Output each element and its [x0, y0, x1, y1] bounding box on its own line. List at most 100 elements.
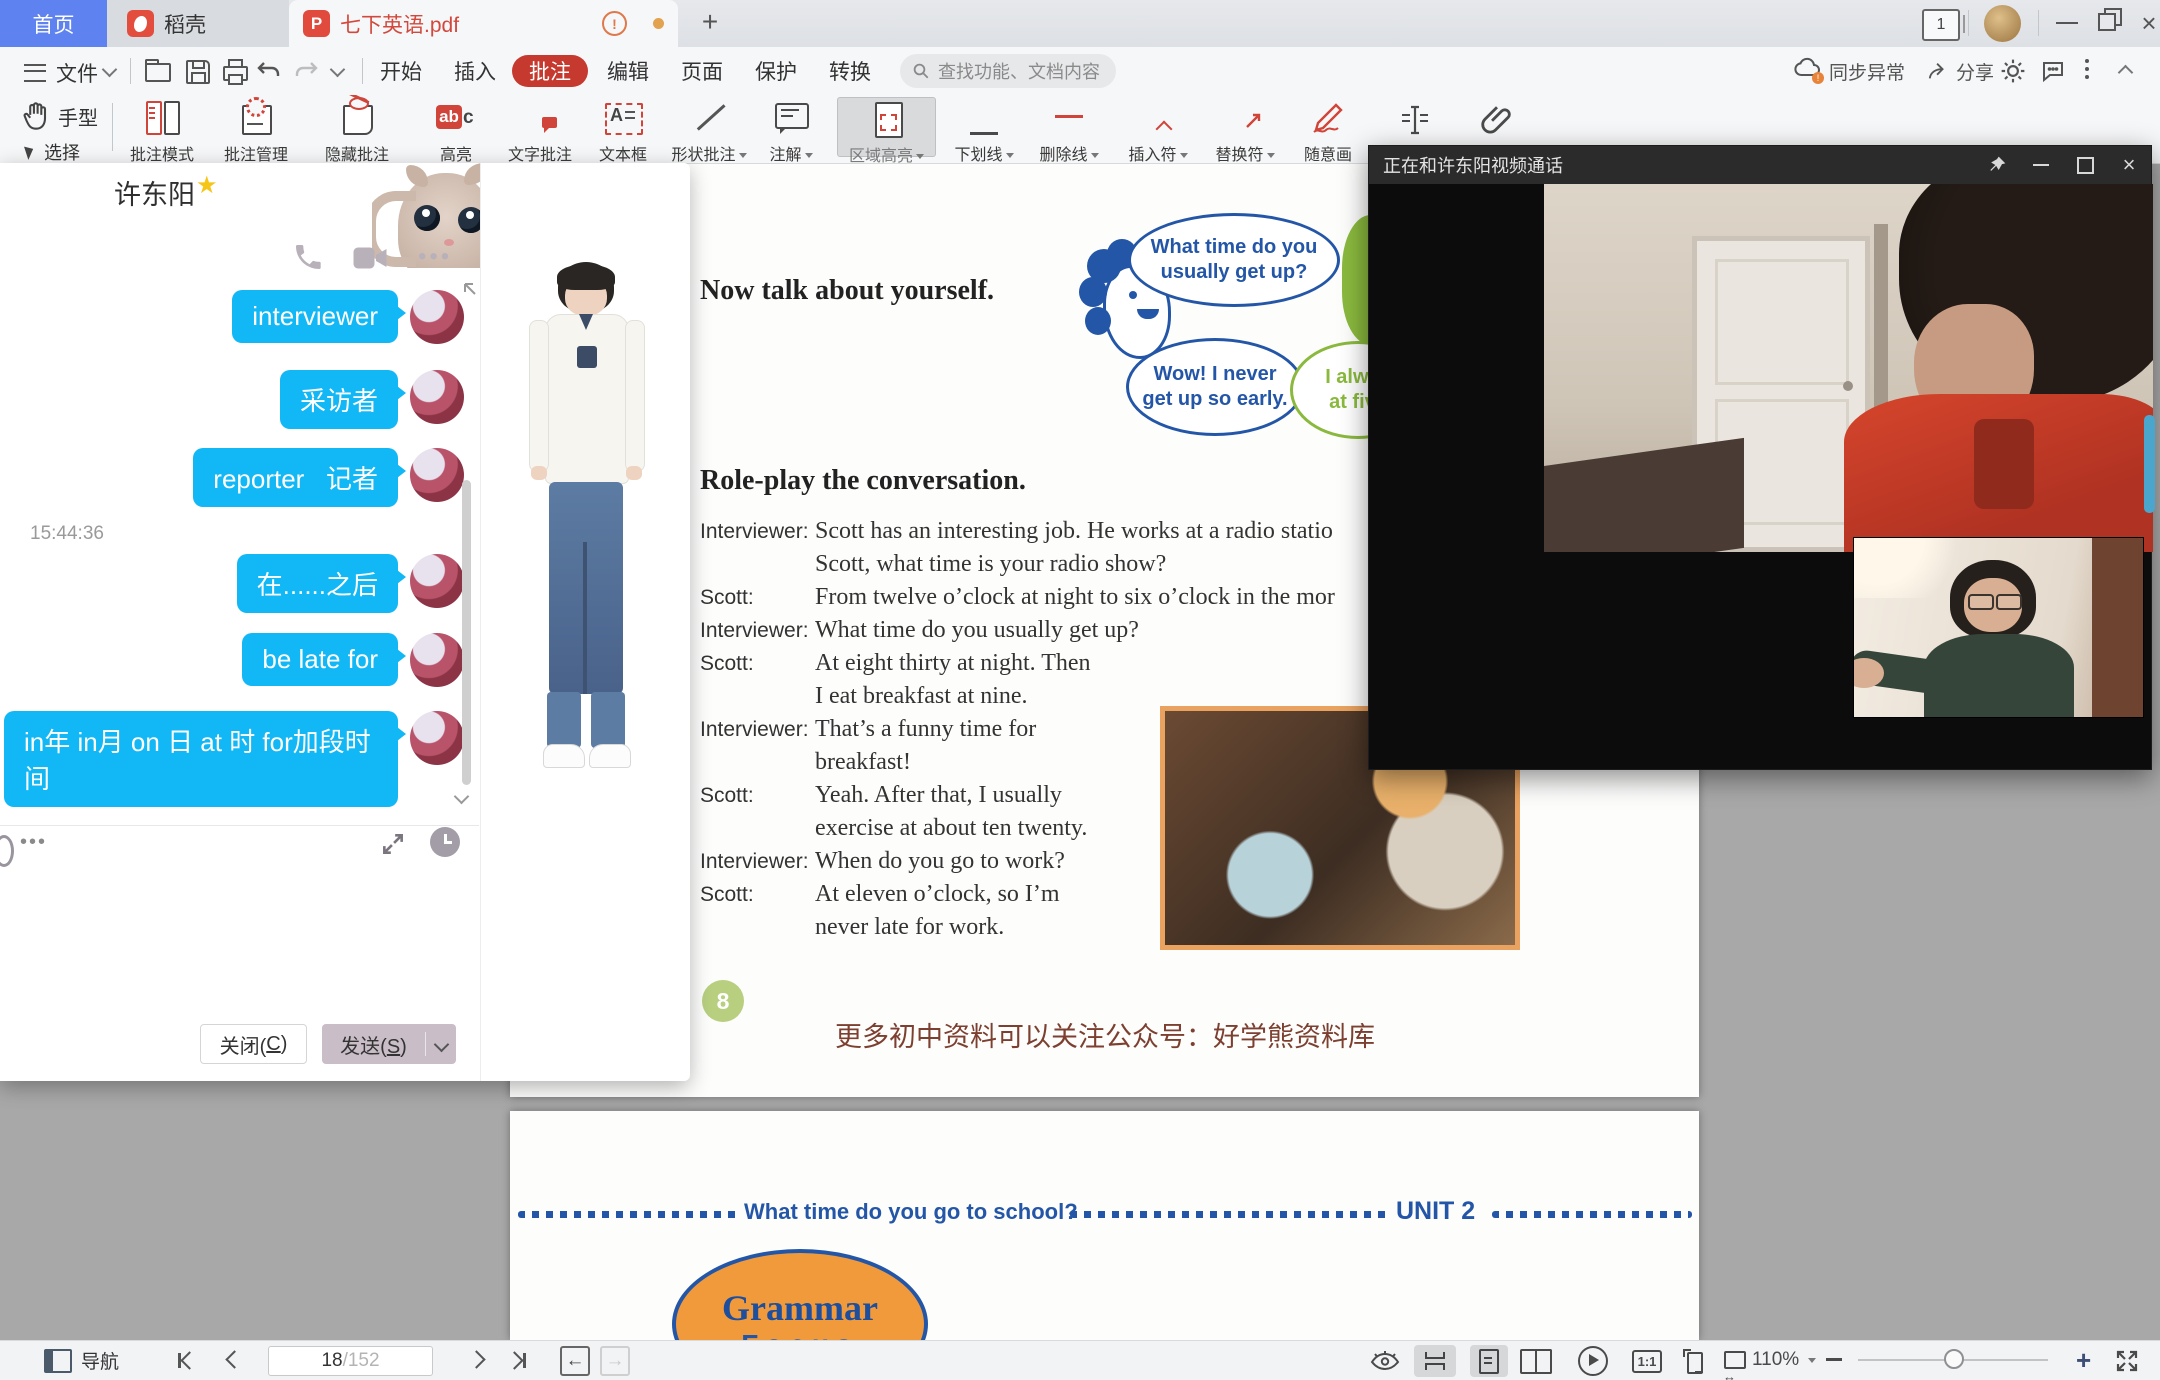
ribbon-tool-area-highlight-selected[interactable]: 区域高亮: [837, 97, 936, 157]
toolbar-more-chevron-icon[interactable]: [330, 62, 346, 78]
select-tool[interactable]: 选择: [26, 139, 80, 165]
ribbon-tool-text-annotation[interactable]: 文字批注: [500, 99, 580, 165]
slideshow-play-button[interactable]: [1572, 1345, 1614, 1377]
new-tab-button[interactable]: [695, 8, 725, 38]
ribbon-tool-text-box[interactable]: A 文本框: [588, 99, 658, 165]
ribbon-tool-strikethrough[interactable]: 删除线: [1029, 99, 1109, 165]
share-button[interactable]: 分享: [1926, 47, 1994, 95]
first-page-button[interactable]: [178, 1353, 196, 1368]
menu-item-annotate-active[interactable]: 批注: [512, 55, 588, 87]
attachment-paperclip-icon[interactable]: [1480, 103, 1514, 142]
ribbon-tool-text-highlight[interactable]: ab c 高亮: [421, 99, 491, 165]
file-menu-chevron-icon[interactable]: [102, 62, 118, 78]
chat-message[interactable]: reporter 记者: [4, 448, 464, 507]
menu-item-convert[interactable]: 转换: [817, 55, 883, 87]
zoom-level-dropdown[interactable]: 110%: [1752, 1349, 1816, 1371]
chat-message[interactable]: 在......之后: [4, 554, 464, 613]
zoom-slider-thumb[interactable]: [1944, 1349, 1964, 1369]
tab-home[interactable]: 首页: [0, 0, 107, 47]
eye-protection-button[interactable]: [1364, 1345, 1406, 1377]
anime-avatar-figure[interactable]: [521, 262, 651, 778]
menu-item-insert[interactable]: 插入: [442, 55, 508, 87]
avatar[interactable]: [410, 633, 464, 687]
video-close-button[interactable]: ×: [2107, 152, 2151, 178]
send-options-dropdown[interactable]: [426, 1039, 456, 1050]
history-back-button[interactable]: ←: [560, 1346, 590, 1376]
zoom-in-button[interactable]: +: [2076, 1347, 2091, 1373]
video-maximize-button[interactable]: [2063, 157, 2107, 174]
dropdown-arrow-icon[interactable]: [1180, 153, 1188, 158]
save-icon[interactable]: [183, 57, 211, 85]
next-page-button[interactable]: [470, 1353, 483, 1371]
video-minimize-button[interactable]: [2019, 164, 2063, 166]
dropdown-arrow-icon[interactable]: [739, 153, 747, 158]
menu-item-edit[interactable]: 编辑: [595, 55, 661, 87]
avatar[interactable]: [410, 448, 464, 502]
ribbon-tool-underline[interactable]: 下划线: [944, 99, 1024, 165]
message-history-button[interactable]: [430, 827, 460, 857]
dropdown-arrow-icon[interactable]: [916, 154, 924, 159]
account-avatar[interactable]: [1984, 5, 2021, 42]
window-minimize-button[interactable]: [2056, 22, 2078, 24]
print-icon[interactable]: [220, 57, 248, 85]
window-restore-button[interactable]: [2098, 13, 2116, 31]
comments-button[interactable]: [2040, 47, 2066, 95]
tab-docer[interactable]: 稻壳: [107, 0, 289, 47]
dropdown-arrow-icon[interactable]: [1091, 153, 1099, 158]
dropdown-arrow-icon[interactable]: [1006, 153, 1014, 158]
document-vertical-scrollbar[interactable]: [2144, 415, 2155, 513]
previous-page-button[interactable]: [228, 1353, 241, 1371]
file-menu[interactable]: 文件: [56, 58, 98, 88]
video-call-button[interactable]: [352, 243, 388, 278]
ribbon-tool-replace-mark[interactable]: 替换符: [1205, 99, 1285, 165]
chat-message[interactable]: in年 in月 on 日 at 时 for加段时间: [4, 711, 464, 807]
chat-scrollbar[interactable]: [462, 480, 471, 785]
navigation-panel-toggle[interactable]: 导航: [44, 1347, 119, 1374]
window-list-button[interactable]: 1: [1922, 9, 1960, 41]
chat-message[interactable]: be late for: [4, 633, 464, 687]
fullscreen-button[interactable]: [2106, 1345, 2148, 1377]
video-call-titlebar[interactable]: 正在和许东阳视频通话 ×: [1369, 146, 2151, 184]
video-pin-button[interactable]: [1975, 155, 2019, 175]
continuous-scroll-mode-button[interactable]: [1414, 1345, 1456, 1377]
chat-message[interactable]: interviewer: [4, 290, 464, 344]
ribbon-tool-free-draw[interactable]: 随意画: [1288, 99, 1368, 165]
chat-more-button[interactable]: •••: [418, 243, 452, 271]
last-page-button[interactable]: [508, 1353, 526, 1368]
fit-page-button[interactable]: [1672, 1345, 1714, 1377]
window-close-button[interactable]: [2136, 8, 2160, 38]
chat-close-conversation-button[interactable]: 关闭(C): [200, 1024, 307, 1064]
ribbon-tool-caret-insert[interactable]: 插入符: [1118, 99, 1198, 165]
two-page-view-button[interactable]: [1516, 1345, 1556, 1377]
voice-call-button[interactable]: [292, 241, 324, 278]
actual-size-button[interactable]: 1:1: [1626, 1345, 1668, 1377]
main-menu-icon[interactable]: [24, 64, 46, 82]
sync-status-button[interactable]: ! 同步异常: [1794, 47, 1905, 95]
dropdown-arrow-icon[interactable]: [805, 153, 813, 158]
tab-document[interactable]: P 七下英语.pdf !: [289, 0, 678, 47]
chat-message[interactable]: 采访者: [4, 370, 464, 429]
message-input[interactable]: [20, 873, 460, 1003]
search-input[interactable]: 查找功能、文档内容: [900, 54, 1116, 88]
avatar[interactable]: [410, 711, 464, 765]
collapse-ribbon-icon[interactable]: [2118, 65, 2134, 81]
ribbon-tool-shape-annotation[interactable]: 形状批注: [664, 99, 754, 165]
menu-item-protect[interactable]: 保护: [743, 55, 809, 87]
ribbon-tool-hide-annotations[interactable]: 隐藏批注: [317, 99, 397, 165]
more-options-button[interactable]: [2082, 59, 2092, 83]
ribbon-tool-note[interactable]: 注解: [756, 99, 826, 165]
document-warning-icon[interactable]: !: [602, 11, 627, 36]
redo-icon[interactable]: [293, 59, 321, 87]
avatar[interactable]: [410, 554, 464, 608]
ribbon-tool-annotation-manager[interactable]: 批注管理: [216, 99, 296, 165]
avatar[interactable]: [410, 370, 464, 424]
local-video-pip[interactable]: [1854, 538, 2143, 717]
fit-width-button[interactable]: ↔: [1712, 1345, 1754, 1377]
expand-input-button[interactable]: [380, 831, 406, 862]
history-forward-button[interactable]: →: [600, 1346, 630, 1376]
open-file-icon[interactable]: [143, 57, 171, 85]
menu-item-page[interactable]: 页面: [669, 55, 735, 87]
scroll-top-arrow-icon[interactable]: [462, 281, 478, 297]
chat-send-button[interactable]: 发送(S): [322, 1024, 456, 1064]
single-page-view-button[interactable]: [1470, 1345, 1508, 1377]
